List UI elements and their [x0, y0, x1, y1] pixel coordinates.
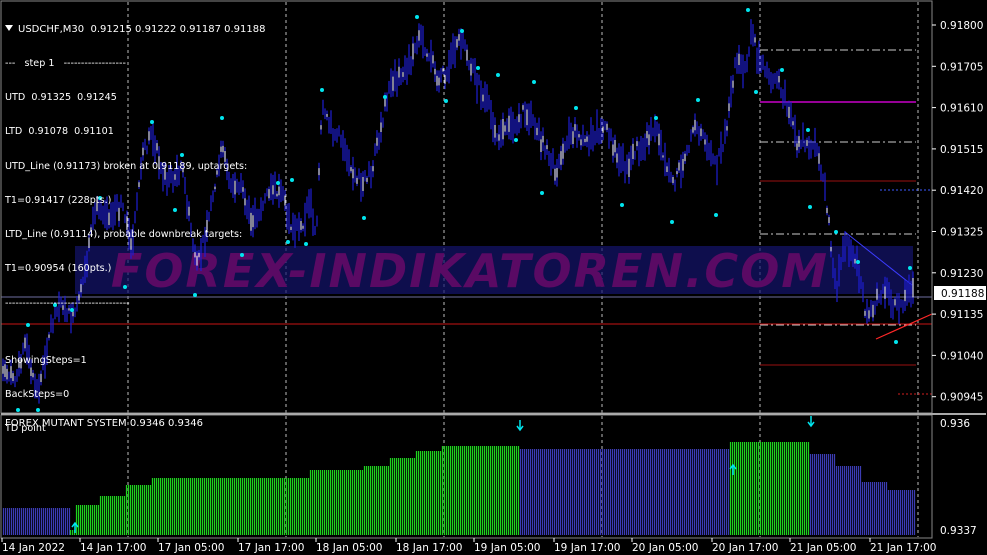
time-axis-label: 14 Jan 17:00	[80, 542, 146, 554]
price-axis-label: 0.91610	[940, 103, 983, 115]
td-point	[514, 138, 518, 142]
td-point	[780, 68, 784, 72]
indicator-line-7: ------------------------------------	[5, 297, 130, 309]
time-axis-label: 20 Jan 17:00	[712, 542, 778, 554]
price-axis-label: 0.91515	[940, 144, 983, 156]
indicator-overlay-text: USDCHF,M30 0.91215 0.91222 0.91187 0.911…	[5, 1, 265, 446]
td-point	[320, 88, 324, 92]
td-point	[383, 95, 387, 99]
indicator-line-5: LTD_Line (0.91114), probable downbreak t…	[5, 229, 243, 241]
current-price-label: 0.91188	[941, 288, 984, 300]
td-point	[286, 240, 290, 244]
price-axis-label: 0.91230	[940, 268, 983, 280]
subwindow-axis-label: 0.9337	[940, 525, 977, 537]
td-point	[808, 205, 812, 209]
td-point	[362, 216, 366, 220]
chart-header: USDCHF,M30 0.91215 0.91222 0.91187 0.911…	[5, 24, 265, 35]
price-axis-label: 0.91040	[940, 350, 983, 362]
td-point	[415, 15, 419, 19]
time-axis-label: 19 Jan 05:00	[474, 542, 540, 554]
td-point	[574, 106, 578, 110]
td-point	[834, 230, 838, 234]
indicator-line-9: ShowingSteps=1	[5, 354, 87, 366]
td-point	[754, 90, 758, 94]
indicator-line-10: BackSteps=0	[5, 388, 70, 400]
triangle-down-icon[interactable]	[5, 24, 13, 31]
td-point	[496, 73, 500, 77]
indicator-line-2: LTD 0.91078 0.91101	[5, 126, 114, 138]
time-axis-label: 18 Jan 17:00	[396, 542, 462, 554]
time-axis-label: 14 Jan 2022	[2, 542, 65, 554]
price-axis-label: 0.90945	[940, 392, 983, 404]
td-point	[746, 8, 750, 12]
td-point	[476, 66, 480, 70]
td-point	[276, 181, 280, 185]
ltd-trendline	[875, 313, 933, 340]
td-point	[290, 178, 294, 182]
indicator-line-0: --- step 1 ------------------	[5, 58, 126, 70]
time-axis-label: 21 Jan 05:00	[790, 542, 856, 554]
indicator-line-6: T1=0.90954 (160pts.)	[5, 263, 112, 275]
ohlc-values: 0.91215 0.91222 0.91187 0.91188	[90, 23, 266, 35]
td-point	[908, 266, 912, 270]
subwindow-axis-label: 0.936	[940, 418, 970, 430]
price-axis-label: 0.91800	[940, 20, 983, 32]
time-axis-label: 17 Jan 17:00	[238, 542, 304, 554]
arrow-down-icon	[516, 420, 524, 432]
time-axis-label: 20 Jan 05:00	[632, 542, 698, 554]
time-axis-label: 19 Jan 17:00	[554, 542, 620, 554]
price-axis-label: 0.91325	[940, 227, 983, 239]
td-point	[714, 213, 718, 217]
price-axis-label: 0.91705	[940, 61, 983, 73]
td-point	[620, 203, 624, 207]
td-point	[806, 128, 810, 132]
time-axis-label: 17 Jan 05:00	[158, 542, 224, 554]
td-point	[460, 29, 464, 33]
td-point	[540, 191, 544, 195]
indicator-line-4: T1=0.91417 (228pts.)	[5, 194, 112, 206]
td-point	[856, 260, 860, 264]
price-axis-label: 0.91420	[940, 185, 983, 197]
td-point	[304, 242, 308, 246]
subwindow-title: FOREX MUTANT SYSTEM 0.9346 0.9346	[5, 418, 204, 429]
symbol-timeframe: USDCHF,M30	[18, 23, 85, 35]
td-point	[670, 220, 674, 224]
time-axis-label: 21 Jan 17:00	[870, 542, 936, 554]
td-point	[444, 99, 448, 103]
indicator-line-1: UTD 0.91325 0.91245	[5, 92, 117, 104]
td-point	[696, 98, 700, 102]
price-axis-label: 0.91135	[940, 309, 983, 321]
time-axis-label: 18 Jan 05:00	[316, 542, 382, 554]
indicator-line-3: UTD_Line (0.91173) broken at 0.91189, up…	[5, 160, 248, 172]
td-point	[654, 116, 658, 120]
td-point	[894, 340, 898, 344]
arrow-down-icon	[807, 416, 815, 428]
td-point	[532, 80, 536, 84]
